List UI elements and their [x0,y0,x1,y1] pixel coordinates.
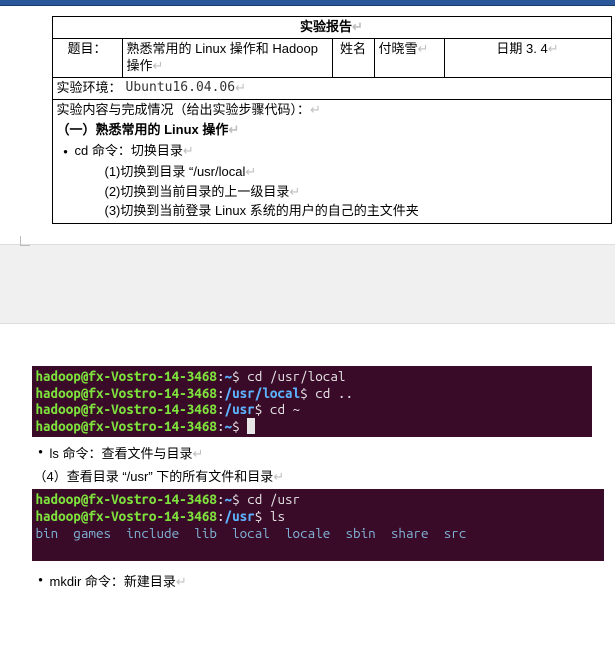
page-corner-mark [20,236,30,246]
bullet-icon: ● [32,575,50,584]
name-label: 姓名 [332,38,374,77]
content-heading: 实验内容与完成情况（给出实验步骤代码）：↵ [57,102,607,119]
env-value: Ubuntu16.04.06 [126,80,236,97]
section-1-title: （一）熟悉常用的 Linux 操作↵ [57,122,607,139]
report-table: 实验报告↵ 题目： 熟悉常用的 Linux 操作和 Hadoop 操作↵ 姓名 … [52,16,612,224]
bullet-icon: ● [32,447,50,456]
topic-value: 熟悉常用的 Linux 操作和 Hadoop 操作↵ [122,38,332,77]
ls-command-line: ● ls 命令：查看文件与目录↵ [32,443,594,462]
report-title: 实验报告↵ [52,17,611,39]
step-2: (2)切换到当前目录的上一级目录↵ [105,182,607,202]
document-page-2: hadoop@fx-Vostro-14-3468:~$ cd /usr/loca… [8,324,608,612]
env-row: 实验环境： Ubuntu16.04.06 ↵ [52,77,611,99]
date-cell: 日期 3. 4↵ [444,38,611,77]
terminal-block-1: hadoop@fx-Vostro-14-3468:~$ cd /usr/loca… [32,366,592,438]
document-page-1: 实验报告↵ 题目： 熟悉常用的 Linux 操作和 Hadoop 操作↵ 姓名 … [8,6,608,244]
page-gap [0,244,615,324]
mkdir-command-line: ● mkdir 命令：新建目录↵ [32,571,594,590]
step-4: （4）查看目录 “/usr” 下的所有文件和目录↵ [34,466,594,485]
terminal-block-2: hadoop@fx-Vostro-14-3468:~$ cd /usr hado… [32,489,604,561]
step-3: (3)切换到当前登录 Linux 系统的用户的自己的主文件夹 [105,201,607,221]
para-mark-icon: ↵ [235,80,246,97]
cd-command-line: ● cd 命令：切换目录↵ [57,143,607,160]
topic-label: 题目： [52,38,122,77]
content-cell: 实验内容与完成情况（给出实验步骤代码）：↵ （一）熟悉常用的 Linux 操作↵… [52,99,611,223]
bullet-icon: ● [57,147,75,157]
env-label: 实验环境： [57,80,122,97]
name-value: 付晓雪↵ [374,38,444,77]
para-mark-icon: ↵ [352,19,363,34]
step-1: (1)切换到目录 “/usr/local↵ [105,162,607,182]
